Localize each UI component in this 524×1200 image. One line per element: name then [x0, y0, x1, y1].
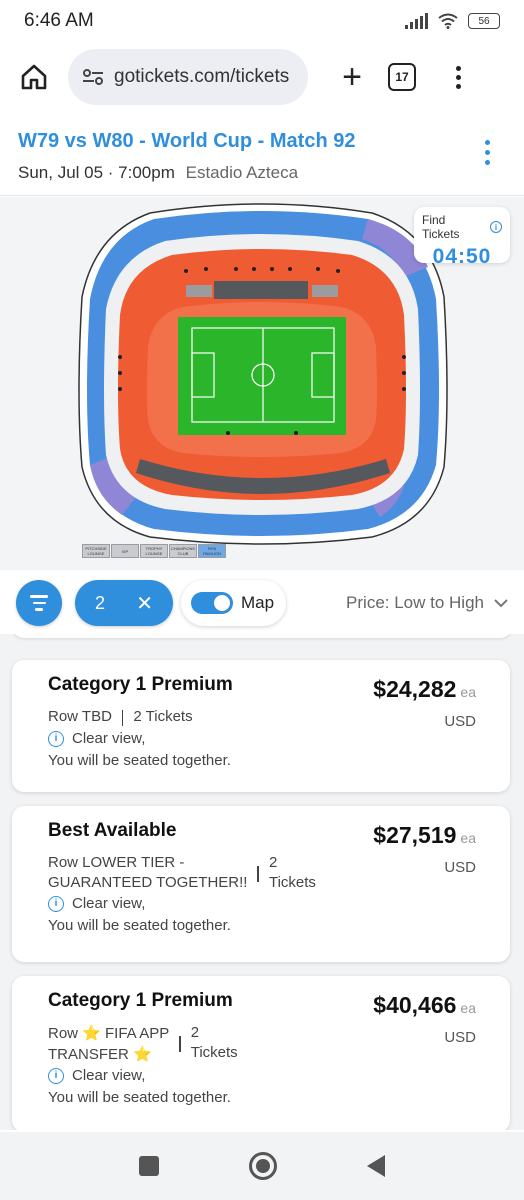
battery-icon: 56 — [468, 13, 500, 29]
listing-row: Row LOWER TIER - GUARANTEED TOGETHER!! — [48, 854, 248, 891]
event-datetime: Sun, Jul 05 · 7:00pm — [18, 163, 175, 182]
status-time: 6:46 AM — [24, 10, 94, 31]
legend-champions-club[interactable]: CHAMPIONS CLUB — [169, 544, 197, 558]
site-settings-icon[interactable] — [82, 68, 104, 86]
tab-switcher-button[interactable]: 17 — [388, 63, 416, 91]
event-venue: Estadio Azteca — [185, 163, 299, 182]
listing-feature: i Clear view, — [48, 730, 474, 747]
listing-feature-text: Clear view, — [72, 1067, 146, 1084]
quantity-value: 2 — [95, 592, 106, 613]
filter-button[interactable] — [16, 580, 62, 626]
timer-countdown: 04:50 — [432, 245, 492, 268]
listing-price-block: $27,519 ea USD — [373, 822, 476, 876]
browser-toolbar: gotickets.com/tickets + 17 — [0, 42, 524, 112]
map-switch[interactable] — [191, 592, 233, 614]
signal-icon — [405, 13, 428, 29]
clear-quantity-icon[interactable]: ✕ — [136, 591, 153, 616]
listing-card[interactable]: Best Available $27,519 ea USD Row LOWER T… — [12, 806, 510, 962]
event-header: W79 vs W80 - World Cup - Match 92 Sun, J… — [0, 118, 524, 196]
listing-feature-text: Clear view, — [72, 895, 146, 912]
listing-currency: USD — [444, 713, 476, 730]
listing-row: Row TBD — [48, 708, 112, 725]
filter-bar: 2 ✕ Map Price: Low to High — [0, 572, 524, 634]
event-title[interactable]: W79 vs W80 - World Cup - Match 92 — [18, 130, 506, 153]
home-button[interactable] — [12, 55, 56, 99]
recent-apps-button[interactable] — [139, 1156, 159, 1176]
listing-card[interactable]: Category 1 Premium $24,282 ea USD Row TBD… — [12, 660, 510, 792]
chevron-down-icon — [494, 598, 508, 607]
quantity-chip[interactable]: 2 ✕ — [75, 580, 173, 626]
plus-icon: + — [342, 57, 362, 96]
find-tickets-timer: Find Tickets i 04:50 — [414, 207, 510, 268]
home-icon — [21, 64, 47, 90]
listing-price-block: $40,466 ea USD — [373, 992, 476, 1046]
listing-note: You will be seated together. — [48, 1089, 231, 1106]
sort-label: Price: Low to High — [346, 593, 484, 612]
home-nav-button[interactable] — [249, 1152, 277, 1180]
address-bar[interactable]: gotickets.com/tickets — [68, 49, 308, 105]
system-nav-bar — [0, 1132, 524, 1200]
event-subtitle: Sun, Jul 05 · 7:00pm Estadio Azteca — [18, 163, 506, 183]
listing-note: You will be seated together. — [48, 917, 231, 934]
listing-price-block: $24,282 ea USD — [373, 676, 476, 730]
stadium-map[interactable]: Find Tickets i 04:50 PITCHSIDE LOUNGE VI… — [0, 197, 524, 570]
legend-fifa-pavilion[interactable]: FIFA PAVILION — [198, 544, 226, 558]
new-tab-button[interactable]: + — [330, 55, 374, 99]
legend-vip[interactable]: VIP — [111, 544, 139, 558]
listing-price: $40,466 ea — [373, 992, 476, 1018]
timer-label: Find Tickets — [422, 213, 460, 241]
back-button[interactable] — [367, 1155, 385, 1177]
legend-trophy-lounge[interactable]: TROPHY LOUNGE — [140, 544, 168, 558]
map-toggle-label: Map — [241, 593, 275, 612]
legend-pitchside-lounge[interactable]: PITCHSIDE LOUNGE — [82, 544, 110, 558]
listing-tickets: 2 Tickets — [133, 708, 193, 725]
listing-currency: USD — [444, 1029, 476, 1046]
status-bar: 6:46 AM 56 — [0, 0, 524, 42]
map-legend: PITCHSIDE LOUNGE VIP TROPHY LOUNGE CHAMP… — [82, 544, 227, 558]
listing-feature: i Clear view, — [48, 895, 474, 912]
info-icon[interactable]: i — [48, 895, 64, 912]
map-toggle[interactable]: Map — [181, 580, 287, 626]
status-icons: 56 — [405, 13, 500, 29]
info-icon[interactable]: i — [490, 221, 502, 233]
url-text: gotickets.com/tickets — [114, 66, 290, 87]
info-icon[interactable]: i — [48, 1067, 64, 1084]
listing-price: $24,282 ea — [373, 676, 476, 702]
listing-feature: i Clear view, — [48, 1067, 474, 1084]
listing-currency: USD — [444, 859, 476, 876]
listing-tickets: 2 Tickets — [268, 854, 316, 891]
listing-note: You will be seated together. — [48, 752, 231, 769]
listing-row: Row ⭐ FIFA APP TRANSFER ⭐ — [48, 1025, 170, 1063]
sort-dropdown[interactable]: Price: Low to High — [346, 593, 508, 613]
timer-label-row: Find Tickets i — [422, 213, 502, 241]
listing-feature-text: Clear view, — [72, 730, 146, 747]
listing-tickets: 2 Tickets — [190, 1024, 238, 1061]
listing-card[interactable]: Category 1 Premium $40,466 ea USD Row ⭐ F… — [12, 976, 510, 1130]
wifi-icon — [438, 13, 458, 29]
event-options-button[interactable] — [485, 140, 490, 165]
listings-list[interactable]: Category 1 Premium $24,282 ea USD Row TBD… — [0, 634, 524, 1130]
browser-menu-button[interactable] — [446, 55, 470, 99]
info-icon[interactable]: i — [48, 730, 64, 747]
listing-price: $27,519 ea — [373, 822, 476, 848]
